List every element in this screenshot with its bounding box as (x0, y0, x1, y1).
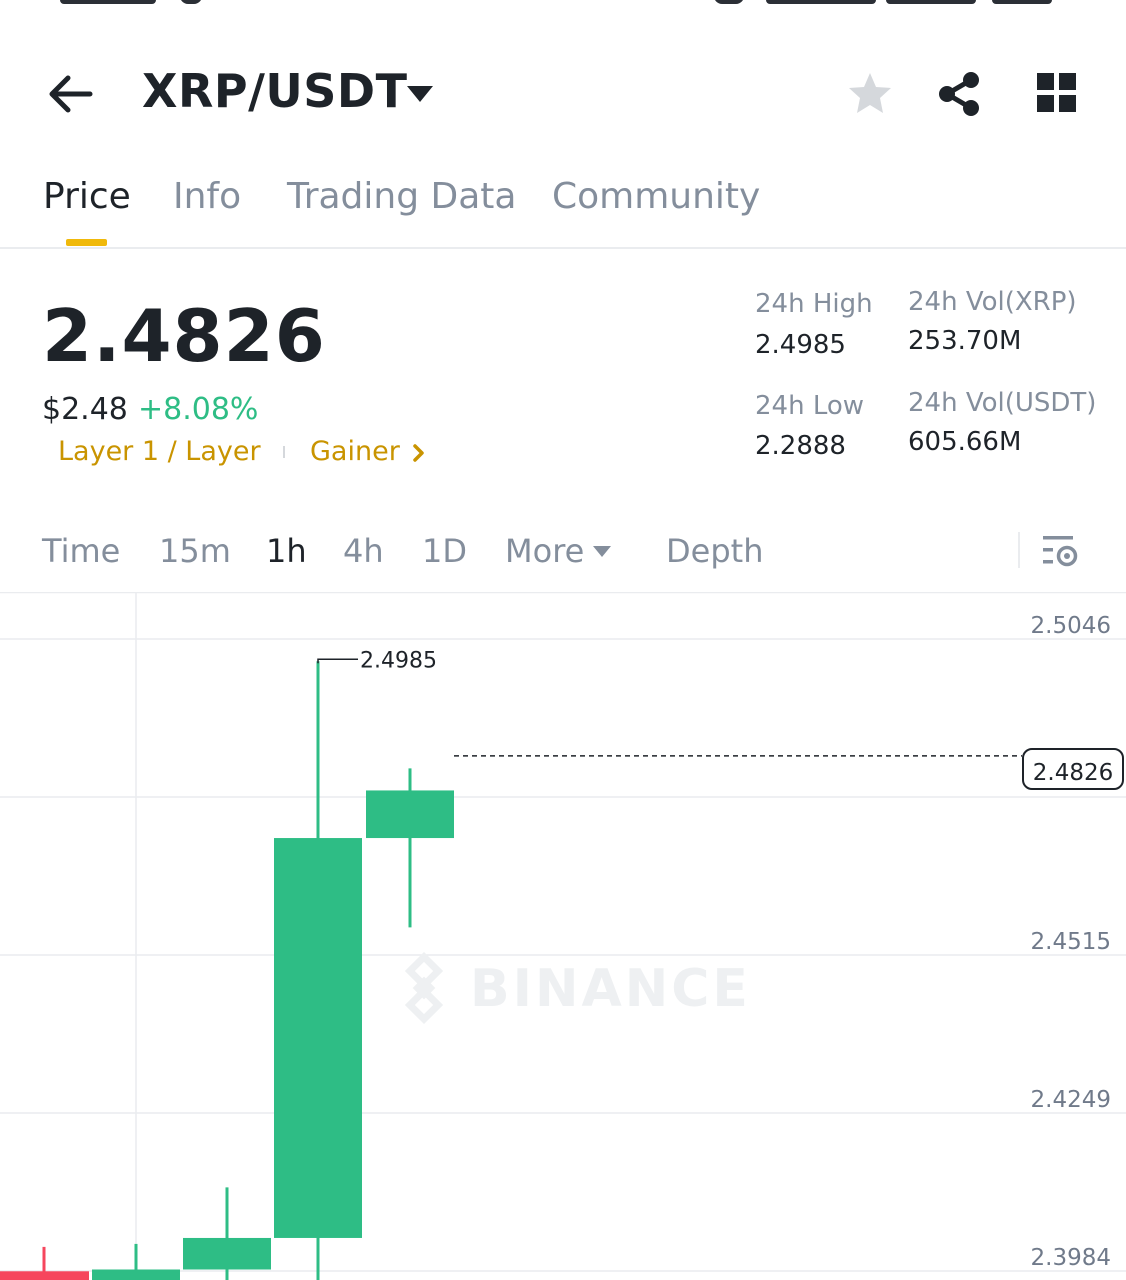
interval-more[interactable]: More (505, 532, 584, 570)
volume-quote-value: 605.66M (908, 427, 1022, 457)
candle-body (92, 1269, 180, 1280)
high-label: 24h High (755, 289, 873, 319)
caret-down-icon (592, 543, 612, 557)
price-axis-tick: 2.4249 (1031, 1087, 1111, 1113)
price-axis-tick: 2.4515 (1031, 929, 1111, 955)
pair-selector-button[interactable] (405, 82, 435, 106)
pair-title[interactable]: XRP/USDT (142, 64, 407, 118)
battery-icon (992, 0, 1052, 4)
tab-price[interactable]: Price (43, 176, 131, 217)
usd-price: $2.48 (42, 392, 128, 427)
high-marker-label: 2.4985 (360, 648, 437, 673)
low-label: 24h Low (755, 391, 865, 421)
alarm-icon (714, 0, 744, 4)
grid-menu-button[interactable] (1036, 72, 1078, 114)
change-percent: +8.08% (138, 392, 259, 427)
chevron-right-svg (413, 444, 424, 462)
settings-icon (1043, 536, 1078, 567)
tab-community[interactable]: Community (552, 176, 760, 217)
price-axis-tick: 2.5046 (1031, 613, 1111, 639)
share-button[interactable] (936, 70, 982, 118)
share-icon (939, 72, 979, 116)
back-arrow-icon (49, 75, 93, 113)
active-tab-indicator (66, 239, 107, 246)
interval-4h[interactable]: 4h (343, 532, 384, 570)
category-tag[interactable]: Layer 1 / Layer (58, 436, 261, 467)
candles-group (0, 661, 454, 1280)
tab-info[interactable]: Info (173, 176, 241, 217)
high-value: 2.4985 (755, 330, 846, 360)
clock-fragment (60, 0, 156, 4)
caret-down-icon (407, 86, 433, 102)
chart-settings-button[interactable] (1040, 532, 1080, 570)
network-icon (886, 0, 976, 4)
grid-icon (1037, 73, 1076, 112)
tabs-divider (0, 247, 1126, 249)
volume-base-label: 24h Vol(XRP) (908, 287, 1077, 317)
current-price-label: 2.4826 (1032, 760, 1114, 786)
low-value: 2.2888 (755, 431, 846, 461)
price-axis-tick: 2.3984 (1031, 1245, 1111, 1271)
tab-trading-data[interactable]: Trading Data (287, 176, 516, 217)
volume-quote-label: 24h Vol(USDT) (908, 388, 1097, 418)
interval-time[interactable]: Time (42, 532, 120, 570)
candle-body (274, 838, 362, 1238)
binance-logo-icon (404, 951, 444, 1025)
candle-body (0, 1271, 89, 1280)
candle-body (183, 1237, 271, 1270)
status-bar (0, 0, 1126, 8)
gainer-tag[interactable]: Gainer (310, 436, 400, 467)
tag-separator (283, 446, 285, 458)
binance-watermark: BINANCE (404, 951, 751, 1025)
toolbar-divider (1018, 532, 1020, 568)
high-marker-line (317, 658, 358, 664)
interval-1d[interactable]: 1D (422, 532, 467, 570)
candle-body (366, 790, 454, 839)
back-button[interactable] (44, 70, 96, 118)
signal-icon (766, 0, 876, 4)
watermark-text: BINANCE (470, 959, 751, 1019)
chevron-right-icon[interactable] (410, 442, 428, 464)
last-price: 2.4826 (42, 294, 326, 378)
volume-base-value: 253.70M (908, 326, 1022, 356)
favorite-button[interactable] (846, 70, 894, 118)
interval-1h[interactable]: 1h (266, 532, 307, 570)
interval-15m[interactable]: 15m (159, 532, 231, 570)
status-icon (180, 0, 202, 4)
interval-depth[interactable]: Depth (666, 532, 763, 570)
star-icon (849, 73, 891, 113)
more-caret-svg (593, 546, 611, 557)
candlestick-chart[interactable]: BINANCE 2.5046 2.4515 2.4249 2.3984 2.49… (0, 592, 1126, 1280)
